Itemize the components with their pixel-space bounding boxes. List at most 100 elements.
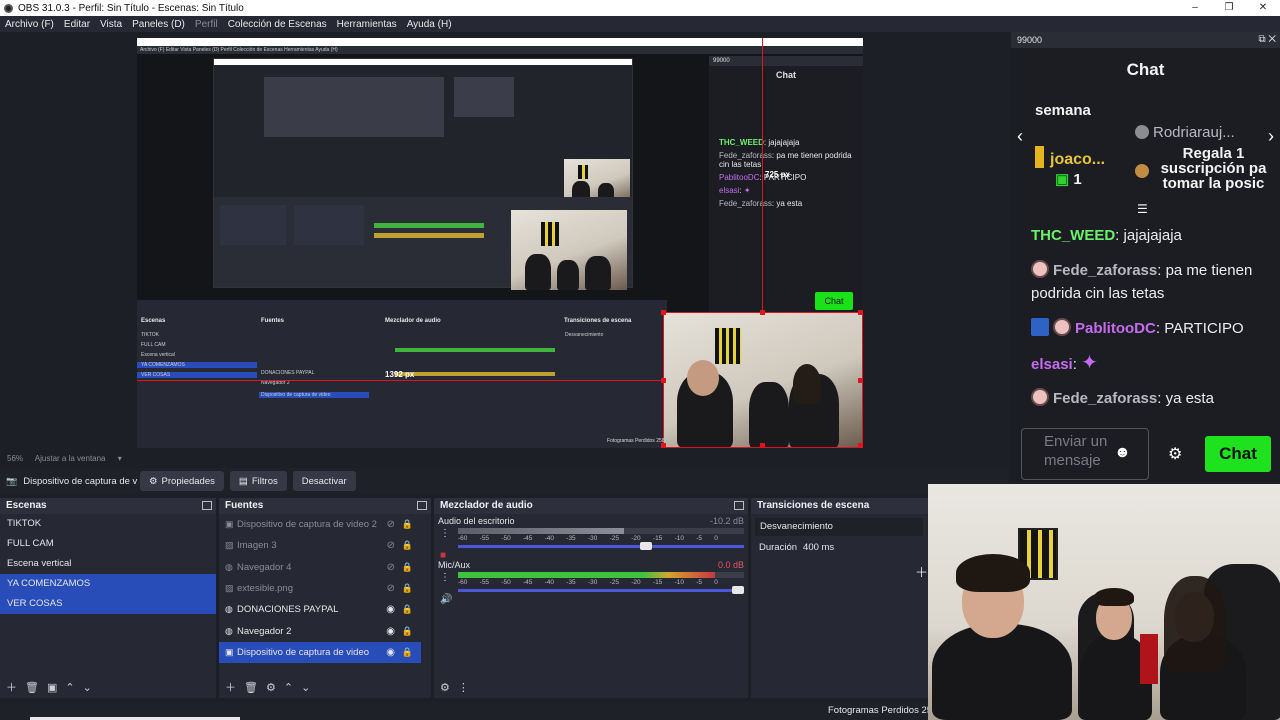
mini-chat-user: elsasi bbox=[719, 186, 740, 195]
source-item[interactable]: ◍ Navegador 4 ⊘ 🔒 bbox=[219, 557, 421, 578]
speaker-icon[interactable]: 🔊 bbox=[440, 594, 452, 605]
add-transition-icon[interactable]: ＋ bbox=[915, 562, 928, 581]
preview-area[interactable]: Archivo (F) Editar Vista Paneles (D) Per… bbox=[0, 32, 1008, 452]
eye-hidden-icon[interactable]: ⊘ bbox=[387, 583, 395, 594]
chat-user[interactable]: Fede_zaforass bbox=[1053, 262, 1157, 279]
emote-icon: ✦ bbox=[743, 186, 751, 195]
minimize-button[interactable]: – bbox=[1178, 0, 1212, 16]
eye-hidden-icon[interactable]: ⊘ bbox=[387, 519, 395, 530]
filter-icon[interactable]: ▣ bbox=[47, 681, 57, 694]
menu-archivo[interactable]: Archivo (F) bbox=[5, 19, 54, 30]
resize-handle[interactable] bbox=[760, 443, 765, 448]
eye-icon[interactable]: ◉ bbox=[386, 604, 395, 615]
nested-preview-block bbox=[264, 77, 444, 137]
maximize-button[interactable]: ❐ bbox=[1212, 0, 1246, 16]
resize-handle[interactable] bbox=[661, 310, 666, 315]
add-scene-icon[interactable]: ＋ bbox=[6, 679, 17, 695]
scene-item-escena-vertical[interactable]: Escena vertical bbox=[0, 554, 216, 574]
source-item[interactable]: ▣ Dispositivo de captura de video 2 ⊘ 🔒 bbox=[219, 514, 421, 535]
resize-handle[interactable] bbox=[858, 378, 863, 383]
collapse-icon[interactable]: ☰ bbox=[1137, 202, 1148, 216]
source-item[interactable]: ▣ Dispositivo de captura de video ◉ 🔒 bbox=[219, 641, 421, 664]
scene-item-ya-comenzamos[interactable]: YA COMENZAMOS bbox=[0, 574, 216, 594]
preview-canvas[interactable]: Archivo (F) Editar Vista Paneles (D) Per… bbox=[137, 38, 863, 448]
window-controls: – ❐ ✕ bbox=[1178, 0, 1280, 16]
chat-user[interactable]: Fede_zaforass bbox=[1053, 390, 1157, 407]
lock-icon[interactable]: 🔒 bbox=[402, 562, 413, 573]
mini-chat-text: jajajajaja bbox=[768, 138, 800, 147]
gear-icon[interactable]: ⚙ bbox=[440, 681, 450, 694]
menu-perfil[interactable]: Perfil bbox=[195, 19, 218, 30]
source-item[interactable]: ▨ Imagen 3 ⊘ 🔒 bbox=[219, 535, 421, 556]
properties-button[interactable]: ⚙ Propiedades bbox=[140, 471, 224, 491]
volume-slider[interactable] bbox=[458, 542, 744, 550]
properties-label: Propiedades bbox=[161, 475, 215, 487]
chevron-left-icon[interactable]: ‹ bbox=[1017, 126, 1023, 147]
person-shape bbox=[749, 382, 789, 448]
menu-vista[interactable]: Vista bbox=[100, 19, 122, 30]
trash-icon[interactable]: 🗑 bbox=[25, 681, 39, 694]
webcam-source-bounds bbox=[663, 312, 863, 448]
scene-item-tiktok[interactable]: TIKTOK bbox=[0, 514, 216, 534]
duration-input[interactable]: 400 ms bbox=[803, 542, 834, 553]
resize-handle[interactable] bbox=[858, 310, 863, 315]
emote-picker-icon[interactable]: ☻ bbox=[1114, 444, 1131, 462]
lock-icon[interactable]: 🔒 bbox=[402, 583, 413, 594]
move-down-icon[interactable]: ⌄ bbox=[83, 681, 92, 694]
close-icon[interactable]: ✕ bbox=[1268, 34, 1276, 45]
volume-slider-knob[interactable] bbox=[640, 542, 653, 550]
gear-icon[interactable]: ⚙ bbox=[1168, 444, 1182, 464]
source-item[interactable]: ◍ Navegador 2 ◉ 🔒 bbox=[219, 620, 421, 641]
gift-icon: ▣ bbox=[1055, 171, 1070, 188]
move-down-icon[interactable]: ⌄ bbox=[301, 681, 310, 694]
volume-slider[interactable] bbox=[458, 586, 744, 594]
lock-icon[interactable]: 🔒 bbox=[402, 626, 413, 637]
lock-icon[interactable]: 🔒 bbox=[402, 519, 413, 530]
popout-icon[interactable] bbox=[202, 501, 212, 510]
kebab-menu-icon[interactable]: ⋮ bbox=[440, 528, 450, 539]
eye-icon[interactable]: ◉ bbox=[386, 647, 395, 658]
trash-icon[interactable]: 🗑 bbox=[244, 681, 258, 694]
lock-icon[interactable]: 🔒 bbox=[402, 540, 413, 551]
eye-hidden-icon[interactable]: ⊘ bbox=[387, 540, 395, 551]
deactivate-button[interactable]: Desactivar bbox=[292, 471, 356, 491]
zoom-mode-select[interactable]: Ajustar a la ventana ▾ bbox=[35, 454, 132, 463]
chat-send-button[interactable]: Chat bbox=[1205, 436, 1271, 472]
popout-icon[interactable] bbox=[417, 501, 427, 510]
person-hair bbox=[956, 554, 1030, 592]
kebab-menu-icon[interactable]: ⋮ bbox=[440, 572, 450, 583]
add-source-icon[interactable]: ＋ bbox=[225, 679, 236, 695]
popout-icon[interactable]: ⧉ bbox=[1258, 34, 1265, 45]
resize-handle[interactable] bbox=[760, 310, 765, 315]
nested-dock-title: Mezclador de audio bbox=[385, 318, 441, 324]
lock-icon[interactable]: 🔒 bbox=[402, 604, 413, 615]
resize-handle[interactable] bbox=[858, 443, 863, 448]
menu-ayuda[interactable]: Ayuda (H) bbox=[407, 19, 452, 30]
menu-herramientas[interactable]: Herramientas bbox=[337, 19, 397, 30]
menu-editar[interactable]: Editar bbox=[64, 19, 90, 30]
source-item[interactable]: ◍ DONACIONES PAYPAL ◉ 🔒 bbox=[219, 599, 421, 620]
chat-user[interactable]: THC_WEED bbox=[1031, 227, 1115, 244]
kebab-menu-icon[interactable]: ⋮ bbox=[458, 681, 469, 694]
lock-icon[interactable]: 🔒 bbox=[402, 647, 413, 658]
scene-item-full-cam[interactable]: FULL CAM bbox=[0, 534, 216, 554]
gear-icon[interactable]: ⚙ bbox=[266, 681, 276, 694]
eye-hidden-icon[interactable]: ⊘ bbox=[387, 562, 395, 573]
resize-handle[interactable] bbox=[661, 378, 666, 383]
chat-user[interactable]: elsasi bbox=[1031, 356, 1073, 373]
source-item[interactable]: ▨ extesible.png ⊘ 🔒 bbox=[219, 578, 421, 599]
chat-user[interactable]: PablitooDC bbox=[1075, 320, 1156, 337]
move-up-icon[interactable]: ⌃ bbox=[284, 681, 293, 694]
eye-icon[interactable]: ◉ bbox=[386, 626, 395, 637]
close-button[interactable]: ✕ bbox=[1246, 0, 1280, 16]
move-up-icon[interactable]: ⌃ bbox=[65, 681, 74, 694]
menu-coleccion-escenas[interactable]: Colección de Escenas bbox=[228, 19, 327, 30]
volume-slider-knob[interactable] bbox=[732, 586, 744, 594]
scene-item-ver-cosas[interactable]: VER COSAS bbox=[0, 594, 216, 614]
menu-paneles[interactable]: Paneles (D) bbox=[132, 19, 185, 30]
filters-button[interactable]: ▤ Filtros bbox=[229, 471, 287, 491]
popout-icon[interactable] bbox=[734, 501, 744, 510]
camera-icon: ▣ bbox=[225, 646, 234, 657]
transition-select[interactable]: Desvanecimiento bbox=[755, 518, 923, 536]
chevron-right-icon[interactable]: › bbox=[1268, 126, 1274, 147]
